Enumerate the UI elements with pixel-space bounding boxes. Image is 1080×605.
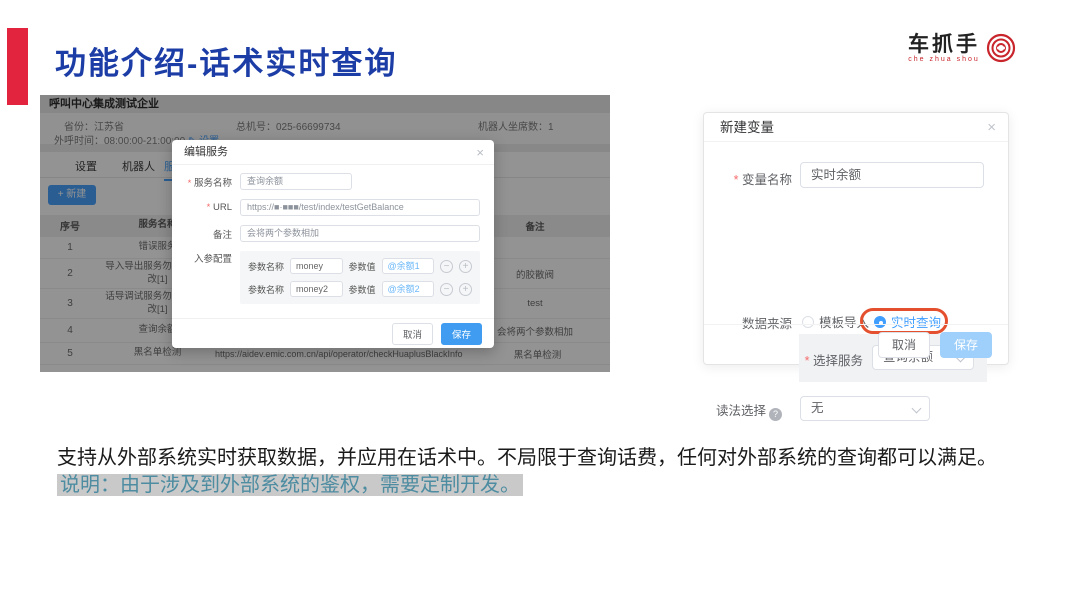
param-row: 参数名称 money2 参数值 @余额2 − +: [248, 281, 472, 297]
logo-mark-icon: [986, 33, 1016, 63]
reading-dropdown[interactable]: 无: [800, 396, 930, 421]
reading-label: 读法选择?: [690, 400, 782, 421]
param-value-input[interactable]: @余额2: [381, 281, 434, 297]
param-value-input[interactable]: @余额1: [381, 258, 434, 274]
cancel-button[interactable]: 取消: [877, 331, 930, 358]
cancel-button[interactable]: 取消: [391, 322, 433, 345]
minus-icon[interactable]: −: [440, 259, 453, 273]
remark-input[interactable]: 会将两个参数相加: [240, 225, 480, 242]
url-input[interactable]: https://■·■■■/test/index/testGetBalance: [240, 199, 480, 216]
note-highlight: 说明：由于涉及到外部系统的鉴权，需要定制开发。: [57, 474, 523, 496]
logo-text: 车抓手: [908, 32, 980, 56]
param-name-input[interactable]: money: [290, 258, 343, 274]
slide-canvas: 功能介绍-话术实时查询 车抓手 che zhua shou 呼叫中心集成测试企业…: [0, 0, 1080, 605]
url-label: URL: [182, 202, 240, 213]
plus-icon[interactable]: +: [459, 282, 472, 296]
dialog-title: 新建变量: [720, 120, 774, 135]
plus-icon[interactable]: +: [459, 259, 472, 273]
description-block: 支持从外部系统实时获取数据，并应用在话术中。不局限于查询话费，任何对外部系统的查…: [57, 445, 997, 499]
close-icon[interactable]: ×: [987, 113, 996, 142]
close-icon[interactable]: ×: [476, 140, 484, 165]
chevron-down-icon: [911, 403, 922, 414]
brand-logo: 车抓手 che zhua shou: [908, 32, 1017, 64]
question-icon[interactable]: ?: [769, 408, 782, 421]
service-name-input[interactable]: 查询余额: [240, 173, 352, 190]
dialog-footer: 取消 保存: [704, 324, 1008, 364]
var-name-label: 变量名称: [700, 169, 792, 188]
accent-bar: [7, 28, 28, 105]
param-name-input[interactable]: money2: [290, 281, 343, 297]
minus-icon[interactable]: −: [440, 282, 453, 296]
params-label: 入参配置: [193, 254, 232, 265]
modal-title: 编辑服务: [184, 146, 228, 158]
var-name-input[interactable]: 实时余额: [800, 162, 984, 188]
page-title: 功能介绍-话术实时查询: [55, 46, 398, 81]
save-button[interactable]: 保存: [440, 322, 482, 345]
logo-subtext: che zhua shou: [908, 55, 980, 63]
edit-service-modal: 编辑服务 × 服务名称 查询余额 URL https://■·■■■/test/…: [172, 140, 494, 348]
service-name-label: 服务名称: [182, 175, 240, 189]
param-row: 参数名称 money 参数值 @余额1 − +: [248, 258, 472, 274]
params-panel: 参数名称 money 参数值 @余额1 − + 参数名称 money2 参数值 …: [240, 251, 480, 304]
save-button[interactable]: 保存: [939, 331, 992, 358]
description-line: 支持从外部系统实时获取数据，并应用在话术中。不局限于查询话费，任何对外部系统的查…: [57, 447, 997, 469]
service-app-screenshot: 呼叫中心集成测试企业 省份：江苏省 总机号：025-66699734 机器人坐席…: [40, 95, 610, 372]
remark-label: 备注: [212, 229, 232, 241]
